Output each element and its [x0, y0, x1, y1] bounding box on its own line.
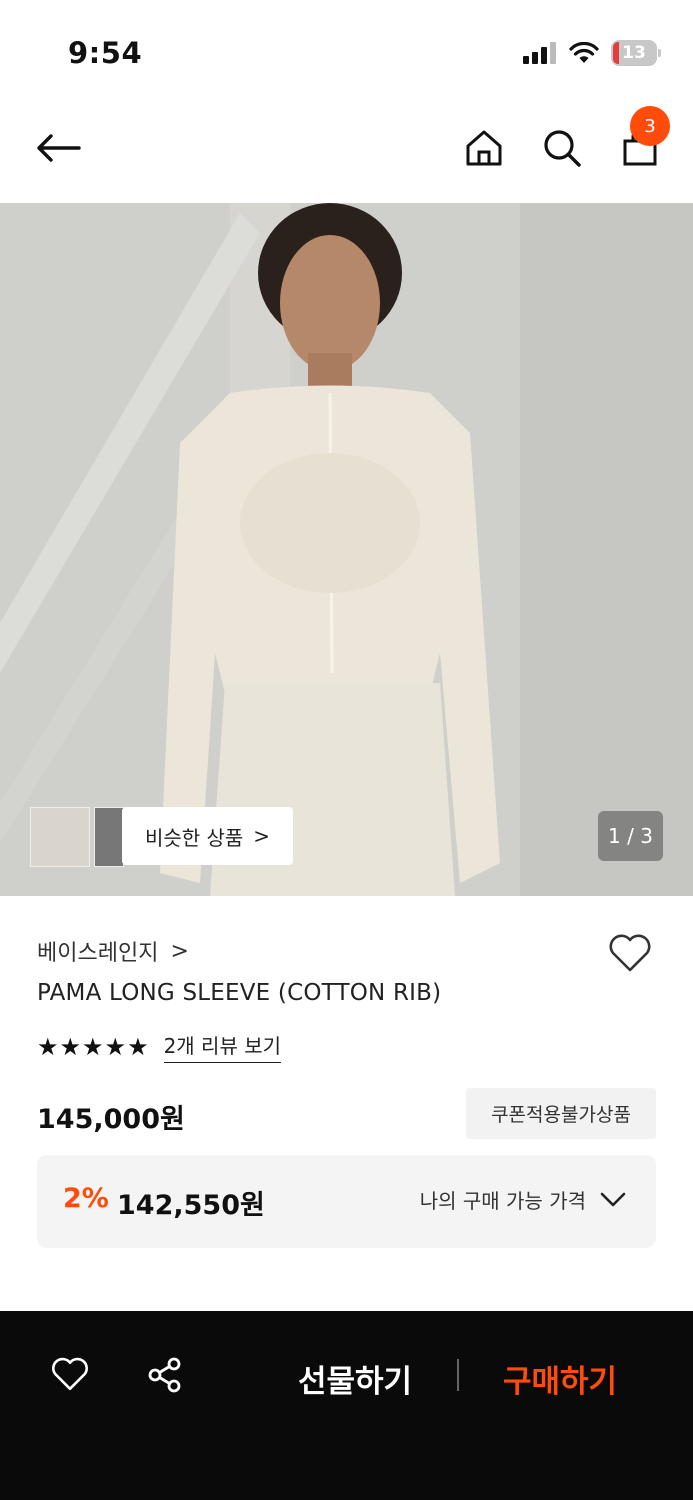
thumbnail-image[interactable] [30, 807, 90, 867]
search-icon [544, 130, 581, 167]
my-price-box[interactable]: 2% 142,550원 나의 구매 가능 가격 [37, 1155, 656, 1248]
product-photo [0, 203, 693, 896]
status-time: 9:54 [68, 36, 143, 70]
wifi-icon [569, 42, 599, 63]
discount-rate: 2% [63, 1183, 109, 1214]
status-icons: 13 [523, 40, 661, 66]
star-rating: ★★★★★ [37, 1032, 150, 1061]
battery-level: 13 [622, 43, 646, 63]
bottom-action-bar [0, 1311, 693, 1500]
rating-row: ★★★★★ 2개 리뷰 보기 [37, 1030, 282, 1063]
cart-count-badge: 3 [630, 106, 670, 146]
gift-button[interactable]: 선물하기 [298, 1356, 412, 1401]
share-button[interactable] [144, 1354, 186, 1396]
similar-products-label: 비슷한 상품 [144, 825, 244, 850]
heart-icon [609, 934, 651, 972]
search-button[interactable] [534, 120, 590, 176]
back-button[interactable] [30, 120, 86, 176]
coupon-note-badge: 쿠폰적용불가상품 [466, 1088, 656, 1139]
home-icon [466, 130, 502, 166]
brand-link[interactable]: 베이스레인지 > [37, 935, 189, 967]
bottom-divider [457, 1359, 459, 1391]
discount-price: 142,550원 [117, 1190, 265, 1221]
chevron-right-icon: > [170, 938, 189, 964]
chevron-down-icon [600, 1192, 626, 1206]
chevron-right-icon: > [253, 824, 271, 848]
cart-button[interactable]: 3 [612, 106, 670, 176]
my-price-label: 나의 구매 가능 가격 [419, 1189, 586, 1213]
bottom-wishlist-button[interactable] [48, 1354, 92, 1394]
product-image[interactable] [0, 203, 693, 896]
brand-name: 베이스레인지 [37, 941, 159, 966]
thumbnail-image[interactable] [94, 807, 124, 867]
product-title: PAMA LONG SLEEVE (COTTON RIB) [37, 980, 442, 1006]
battery-indicator: 13 [611, 40, 661, 66]
similar-products-button[interactable]: 비슷한 상품 > [122, 807, 293, 865]
my-price-toggle[interactable]: 나의 구매 가능 가격 [420, 1185, 626, 1214]
wishlist-button[interactable] [607, 933, 653, 977]
review-link[interactable]: 2개 리뷰 보기 [163, 1030, 282, 1063]
home-button[interactable] [456, 120, 512, 176]
product-price: 145,000원 [37, 1104, 185, 1135]
buy-button[interactable]: 구매하기 [503, 1356, 617, 1401]
back-arrow-icon [37, 134, 81, 162]
heart-icon [52, 1357, 88, 1391]
thumbnail-strip [30, 807, 124, 867]
image-pager: 1 / 3 [598, 811, 663, 861]
share-icon [148, 1357, 181, 1393]
signal-icon [523, 42, 556, 64]
